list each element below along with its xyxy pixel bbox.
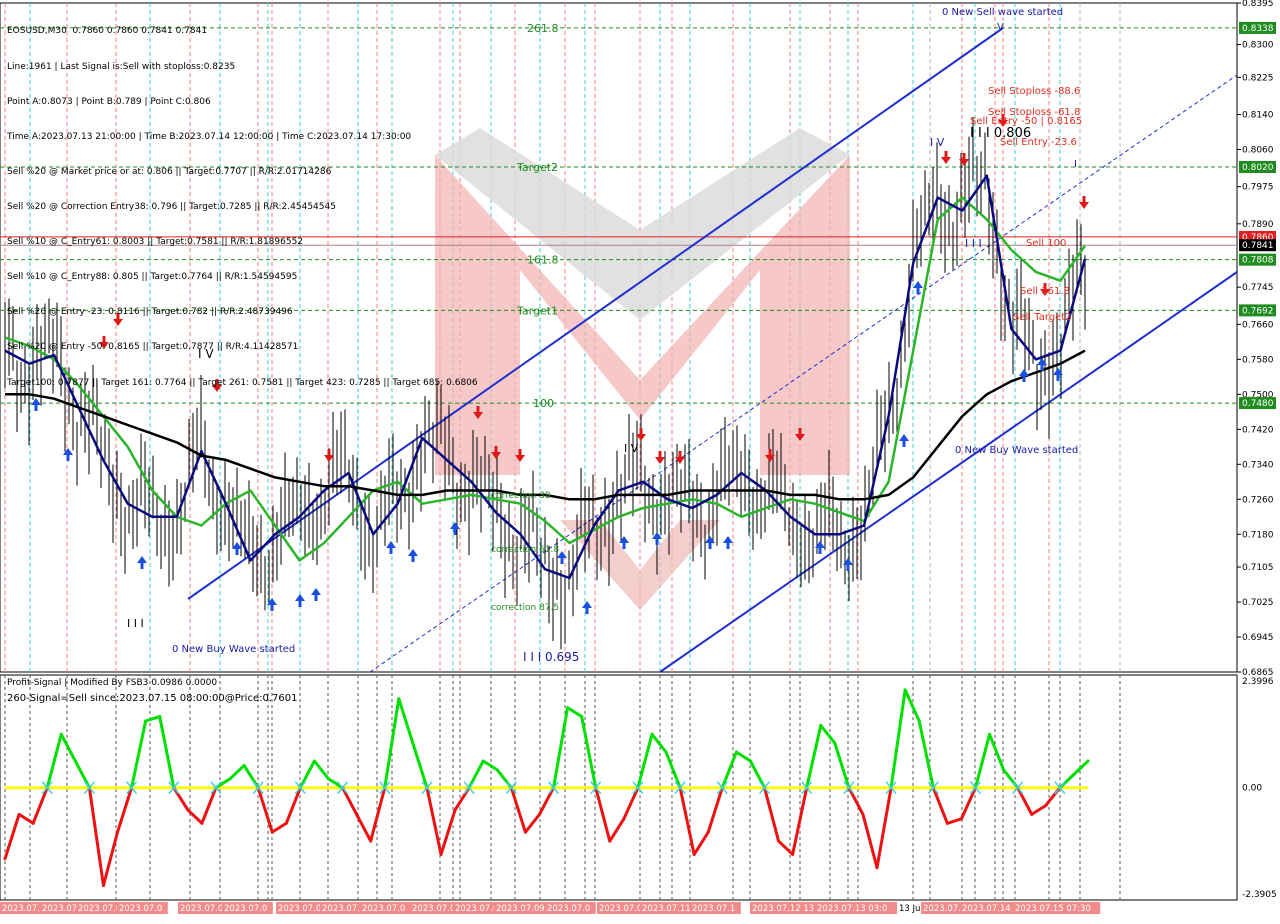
chart-annotation: I I I	[965, 237, 982, 250]
price-tick-label: 0.8060	[1242, 145, 1274, 155]
trading-chart[interactable]: 261.8 Target2 161.8 Target1 100 0 New Sell w…	[0, 0, 1280, 920]
price-tick-label: 0.8300	[1242, 41, 1274, 51]
info-line: Line:1961 | Last Signal is:Sell with sto…	[7, 61, 236, 72]
chart-annotation: 0 New Buy Wave started	[172, 644, 295, 655]
price-tick-label: 0.7260	[1242, 495, 1274, 505]
time-label: 2023.07.0	[412, 904, 455, 914]
price-tick-label: 0.7975	[1242, 183, 1274, 193]
info-line: Sell %10 @ C_Entry88: 0.805 || Target:0.…	[7, 272, 298, 283]
time-label: 2023.07.0	[455, 904, 498, 914]
info-line: EOSUSD,M30 0.7860 0.7860 0.7841 0.7841	[7, 26, 208, 37]
info-line: Sell %20 @ Correction Entry38: 0.796 || …	[7, 201, 336, 212]
price-label-text: 0.8338	[1242, 24, 1274, 34]
price-label-text: 0.7841	[1242, 241, 1274, 251]
time-label: 2023.07.0	[2, 904, 45, 914]
chart-annotation: correction 38	[491, 491, 551, 501]
time-label: 2023.07.0	[322, 904, 365, 914]
fib-level-label: 161.8	[527, 254, 559, 267]
price-label-text: 0.8020	[1242, 163, 1274, 173]
chart-annotation: 0 New Sell wave started	[942, 7, 1063, 18]
price-tick-label: 0.6945	[1242, 633, 1274, 643]
chart-annotation: I V	[624, 442, 639, 455]
chart-annotation: Sell 161.8	[1020, 286, 1070, 297]
chart-annotation: correction 87.5	[491, 603, 559, 613]
price-label-text: 0.7480	[1242, 399, 1274, 409]
price-tick-label: 0.7105	[1242, 563, 1274, 573]
price-tick-label: 0.8395	[1242, 0, 1274, 9]
indicator-tick-label: 2.3996	[1242, 677, 1274, 687]
time-label: 13 Jul	[899, 904, 923, 914]
time-label: 2023.07.1	[923, 904, 966, 914]
info-line: Point A:0.8073 | Point B:0.789 | Point C…	[7, 96, 211, 107]
chart-annotation: 0 New Buy Wave started	[955, 445, 1078, 456]
price-tick-label: 0.7420	[1242, 425, 1274, 435]
info-line: Sell %20 @ Entry -50: 0.8165 || Target:0…	[7, 342, 299, 353]
chart-annotation: I I I	[127, 617, 144, 630]
chart-annotation: I	[1074, 159, 1077, 170]
fib-level-label: Target2	[516, 161, 558, 174]
price-tick-label: 0.7180	[1242, 530, 1274, 540]
fib-level-label: 261.8	[527, 22, 559, 35]
indicator-title: Profit-Signal | Modified By FSB3 0.0986 …	[7, 678, 218, 688]
time-label: 2023.07.0	[547, 904, 590, 914]
time-label: 2023.07.0	[78, 904, 121, 914]
time-label: 2023.07.0	[119, 904, 162, 914]
time-label: 2023.07.0	[362, 904, 405, 914]
chart-annotation: I I I 0.695	[523, 650, 579, 664]
time-label: 2023.07.15 07:30	[1015, 904, 1091, 914]
chart-annotation: I V	[930, 136, 945, 149]
info-line: Sell %10 @ C_Entry61: 0.8003 || Target:0…	[7, 237, 304, 248]
price-tick-label: 0.8140	[1242, 111, 1274, 121]
time-label: 2023.07.0	[278, 904, 321, 914]
indicator-signal: 260-Signal=Sell since:2023.07.15 08:00:0…	[7, 693, 298, 704]
info-line: Sell %20 @ Market price or at: 0.806 || …	[7, 166, 332, 177]
price-tick-label: 0.7745	[1242, 283, 1274, 293]
info-line: Target100: 0.7877 || Target 161: 0.7764 …	[7, 377, 478, 388]
chart-annotation: Sell Stoploss -88.6	[988, 86, 1080, 97]
time-label: 2023.07.12 13:0	[752, 904, 822, 914]
chart-info-panel: EOSUSD,M30 0.7860 0.7860 0.7841 0.7841 L…	[7, 3, 478, 413]
price-tick-label: 0.7660	[1242, 320, 1274, 330]
chart-annotation: correction 61.8	[491, 545, 559, 555]
price-tick-label: 0.7580	[1242, 355, 1274, 365]
price-label-text: 0.7808	[1242, 256, 1274, 266]
info-line: Sell %20 @ Entry -23: 0.8116 || Target:0…	[7, 307, 293, 318]
time-label: 2023.07.13 03:0	[817, 904, 887, 914]
info-line: Time A:2023.07.13 21:00:00 | Time B:2023…	[7, 131, 412, 142]
chart-annotation: Sell Entry -23.6	[1000, 137, 1077, 148]
time-label: 2023.07.1	[692, 904, 735, 914]
time-label: 2023.07.0	[599, 904, 642, 914]
fib-level-label: Target1	[516, 304, 558, 317]
fib-level-label: 100	[533, 397, 554, 410]
time-axis: 2023.07.02023.07.02023.07.02023.07.0 2023…	[0, 902, 1101, 914]
indicator-tick-label: 0.00	[1242, 784, 1262, 794]
price-tick-label: 0.7890	[1242, 220, 1274, 230]
time-label: 2023.07.14	[962, 904, 1011, 914]
indicator-tick-label: -2.3905	[1242, 890, 1277, 900]
time-label: 2023.07.0	[180, 904, 223, 914]
price-tick-label: 0.7025	[1242, 598, 1274, 608]
chart-annotation: V	[997, 22, 1004, 33]
price-label-text: 0.7692	[1242, 306, 1274, 316]
time-label: 2023.07.09	[496, 904, 545, 914]
chart-annotation: Sell Target2	[1013, 312, 1072, 323]
price-tick-label: 0.8225	[1242, 73, 1274, 83]
time-label: 2023.07.0	[224, 904, 267, 914]
price-tick-label: 0.7340	[1242, 460, 1274, 470]
chart-annotation: Sell 100	[1026, 238, 1066, 249]
